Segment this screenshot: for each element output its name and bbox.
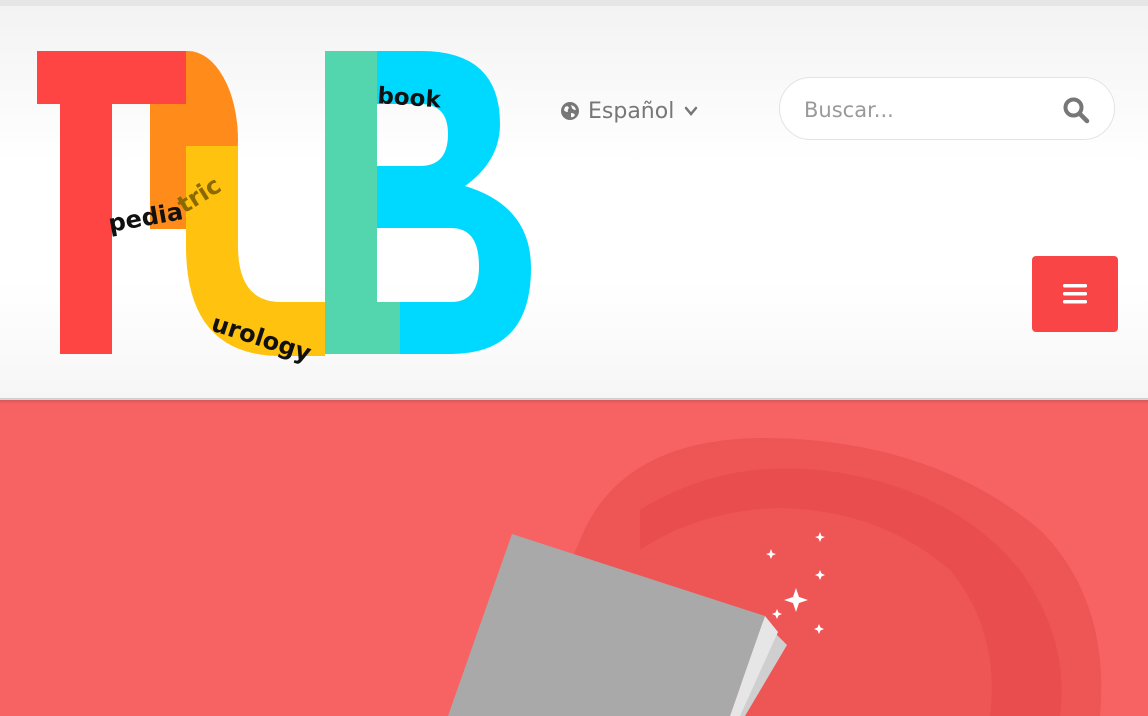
site-logo[interactable]: pedia tric urology book <box>30 46 540 376</box>
language-selector[interactable]: Español <box>560 94 698 128</box>
language-label: Español <box>588 98 675 124</box>
search-input[interactable] <box>802 92 1046 128</box>
menu-button[interactable] <box>1032 256 1118 332</box>
logo-u-right-stem <box>325 51 377 354</box>
logo-word-book: book <box>377 83 443 113</box>
hamburger-icon <box>1063 284 1087 304</box>
search-box <box>779 77 1115 140</box>
globe-icon <box>561 102 579 120</box>
chevron-down-icon <box>685 106 698 116</box>
logo-b-bottom-green <box>377 302 400 354</box>
search-button[interactable] <box>1058 92 1094 128</box>
hero-illustration <box>448 438 1102 716</box>
site-header: pedia tric urology book Español <box>0 6 1148 400</box>
header-shadow <box>0 398 1148 404</box>
search-icon <box>1063 97 1090 124</box>
hero-banner <box>0 400 1148 716</box>
